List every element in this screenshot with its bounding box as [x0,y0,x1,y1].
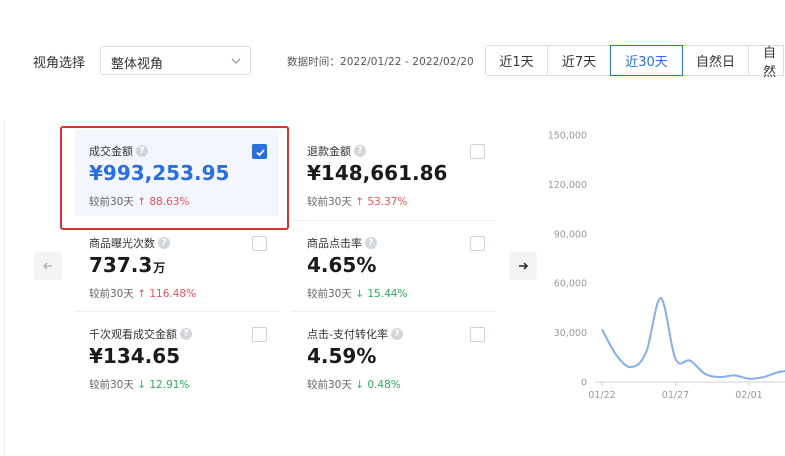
metric-value: ¥148,661.86 [307,161,448,185]
arrow-down-icon: ↓ [355,288,365,300]
time-range-tabs: 近1天 近7天 近30天 自然日 自然 [485,45,784,80]
next-page-button[interactable] [509,252,537,280]
arrow-down-icon: ↓ [137,379,147,391]
metric-value: 4.65% [307,253,377,277]
metric-title: 商品曝光次数? [89,235,170,251]
row-divider [293,220,495,221]
arrow-down-icon: ↓ [355,379,365,391]
metric-checkbox[interactable] [252,327,267,342]
y-tick-label: 120,000 [548,180,587,191]
metric-compare: 较前30天 ↓ 12.91% [89,379,190,391]
metric-card-ctr[interactable]: 商品点击率? 4.65% 较前30天 ↓ 15.44% [293,222,497,308]
top-edge-remnant [0,0,785,12]
metric-compare: 较前30天 ↑ 116.48% [89,288,197,300]
metric-compare: 较前30天 ↓ 15.44% [307,288,408,300]
prev-page-button[interactable] [34,252,62,280]
left-border [4,120,5,456]
row-divider [293,311,495,312]
metric-card-exposure[interactable]: 商品曝光次数? 737.3万 较前30天 ↑ 116.48% [75,222,279,308]
series-line [601,297,785,380]
tab-7-days[interactable]: 近7天 [547,45,611,76]
view-select[interactable]: 整体视角 [100,46,251,75]
metric-value: ¥134.65 [89,344,181,368]
tab-1-day[interactable]: 近1天 [485,45,548,76]
arrow-up-icon: ↑ [355,196,365,208]
y-tick-label: 60,000 [554,279,587,290]
metric-value: 4.59% [307,344,377,368]
data-time-range: 数据时间：2022/01/22 - 2022/02/20 [287,56,474,68]
metric-title: 点击-支付转化率? [307,326,403,342]
arrow-right-icon [519,262,529,270]
x-tick-label: 02/01 [735,390,762,401]
y-tick-label: 30,000 [554,328,587,339]
metric-title: 退款金额? [307,143,366,159]
tab-30-days[interactable]: 近30天 [610,45,683,76]
y-tick-label: 90,000 [554,229,587,240]
metric-title: 千次观看成交金额? [89,326,192,342]
metric-checkbox[interactable] [252,236,267,251]
metric-compare: 较前30天 ↓ 0.48% [307,379,401,391]
help-icon[interactable]: ? [390,328,403,340]
metric-title: 商品点击率? [307,235,377,251]
view-filter-label: 视角选择 [33,56,86,71]
row-divider [75,311,279,312]
help-icon[interactable]: ? [180,328,192,340]
arrow-left-icon [43,262,52,270]
help-icon[interactable]: ? [365,237,377,249]
y-tick-label: 150,000 [548,131,587,142]
metric-value: 737.3万 [89,253,166,277]
trend-chart: 150,000 120,000 90,000 60,000 30,000 0 01/22 01… [540,120,785,410]
metric-compare: 较前30天 ↑ 53.37% [307,196,408,208]
metric-checkbox[interactable] [470,236,485,251]
help-icon[interactable]: ? [158,237,170,249]
metric-checkbox[interactable] [470,327,485,342]
metric-card-conversion[interactable]: 点击-支付转化率? 4.59% 较前30天 ↓ 0.48% [293,313,497,399]
help-icon[interactable]: ? [354,145,366,157]
tab-natural-week[interactable]: 自然 [748,45,784,80]
metric-checkbox[interactable] [470,144,485,159]
y-tick-label: 0 [581,378,587,389]
metric-card-refund[interactable]: 退款金额? ¥148,661.86 较前30天 ↑ 53.37% [293,130,497,216]
view-select-value: 整体视角 [111,57,164,72]
chevron-down-icon [231,58,241,64]
arrow-up-icon: ↑ [137,288,147,300]
x-tick-label: 01/27 [662,390,689,401]
highlight-frame [60,126,289,230]
metric-card-gpm[interactable]: 千次观看成交金额? ¥134.65 较前30天 ↓ 12.91% [75,313,279,399]
x-tick-label: 01/22 [588,390,615,401]
trend-chart-svg: 150,000 120,000 90,000 60,000 30,000 001/22 01… [548,131,785,401]
tab-natural-day[interactable]: 自然日 [682,45,749,76]
